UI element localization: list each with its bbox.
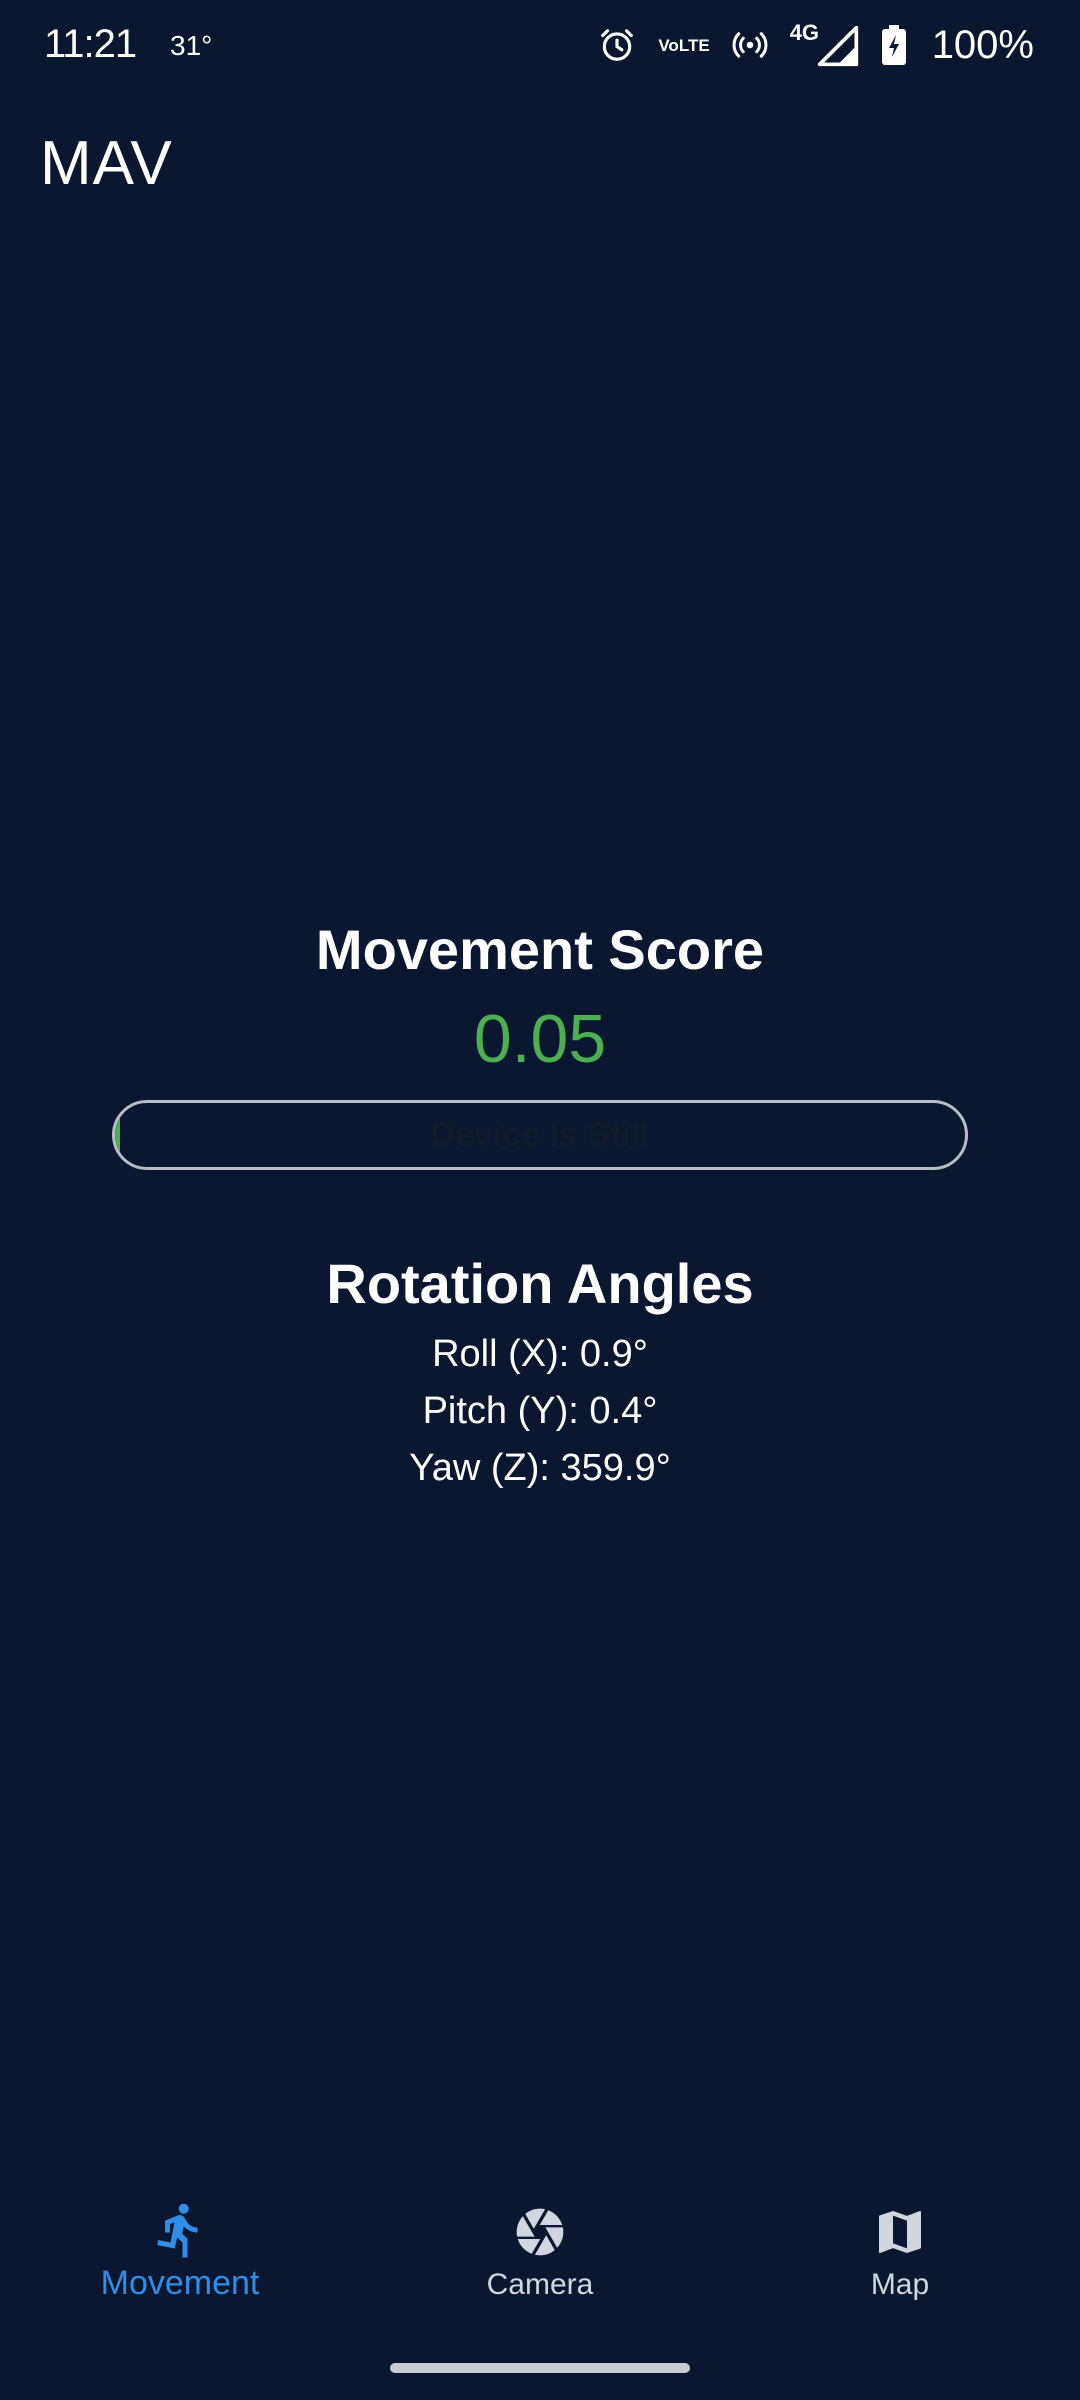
network-type-label: 4G (789, 20, 820, 45)
battery-charging-icon (881, 25, 906, 65)
app-title: MAV (40, 129, 173, 198)
rotation-angles-title: Rotation Angles (326, 1252, 754, 1315)
battery-percent: 100% (931, 22, 1034, 67)
movement-progress-bar: Device Is Still (112, 1100, 968, 1170)
signal-icon: 4G (790, 20, 860, 70)
hotspot-icon (732, 27, 768, 63)
status-icons: Vo LTE 4G 100% (598, 20, 1034, 70)
home-indicator[interactable] (390, 2363, 690, 2373)
map-icon (780, 2190, 1020, 2260)
running-person-icon (60, 2190, 300, 2260)
movement-status-label: Device Is Still (430, 1116, 650, 1154)
volte-bottom-label: LTE (678, 35, 710, 55)
nav-label-camera: Camera (486, 2268, 594, 2301)
bottom-navigation: Movement Camera Map (0, 2190, 1080, 2340)
volte-icon: Vo LTE (658, 37, 709, 54)
status-temperature: 31° (170, 30, 213, 61)
pitch-angle: Pitch (Y): 0.4° (422, 1390, 658, 1432)
status-bar: 11:21 31° Vo LTE 4G 100% (0, 0, 1080, 96)
nav-item-map[interactable]: Map (780, 2190, 1020, 2302)
alarm-icon (598, 26, 636, 64)
nav-item-camera[interactable]: Camera (420, 2190, 660, 2302)
roll-angle: Roll (X): 0.9° (432, 1333, 648, 1375)
yaw-angle: Yaw (Z): 359.9° (409, 1447, 671, 1489)
nav-item-movement[interactable]: Movement (60, 2190, 300, 2303)
nav-label-map: Map (870, 2268, 930, 2301)
camera-aperture-icon (420, 2190, 660, 2260)
movement-panel: Movement Score 0.05 Device Is Still Rota… (0, 910, 1080, 1497)
nav-label-movement: Movement (100, 2264, 260, 2302)
movement-score-value: 0.05 (473, 1001, 607, 1077)
movement-score-title: Movement Score (315, 918, 765, 981)
volte-top-label: Vo (658, 35, 679, 55)
status-time: 11:21 (44, 22, 137, 66)
